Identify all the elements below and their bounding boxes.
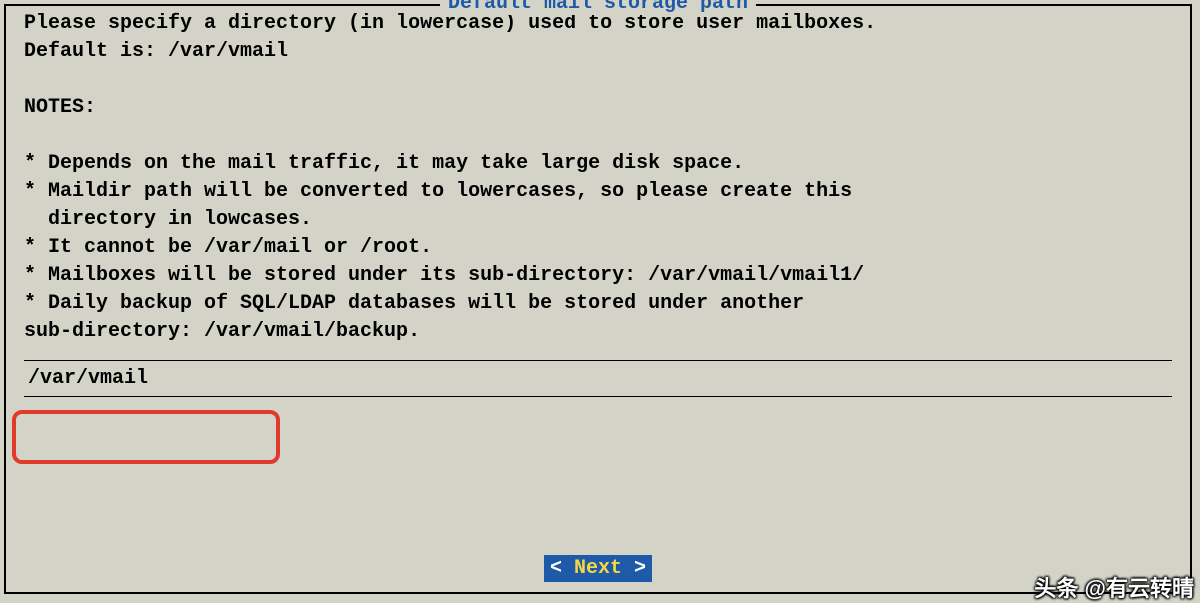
button-bracket-open: < xyxy=(550,557,574,580)
next-button[interactable]: < Next > xyxy=(544,555,652,582)
dialog-frame: Default mail storage path Please specify… xyxy=(4,4,1192,594)
input-area xyxy=(24,360,1172,397)
button-text-ext: ext xyxy=(586,557,622,580)
button-bracket-close: > xyxy=(622,557,646,580)
dialog-title: Default mail storage path xyxy=(440,0,756,15)
mail-storage-path-input[interactable] xyxy=(26,367,1170,390)
button-row: < Next > xyxy=(6,555,1190,582)
button-accel-n: N xyxy=(574,557,586,580)
dialog-body-text: Please specify a directory (in lowercase… xyxy=(6,6,1190,346)
